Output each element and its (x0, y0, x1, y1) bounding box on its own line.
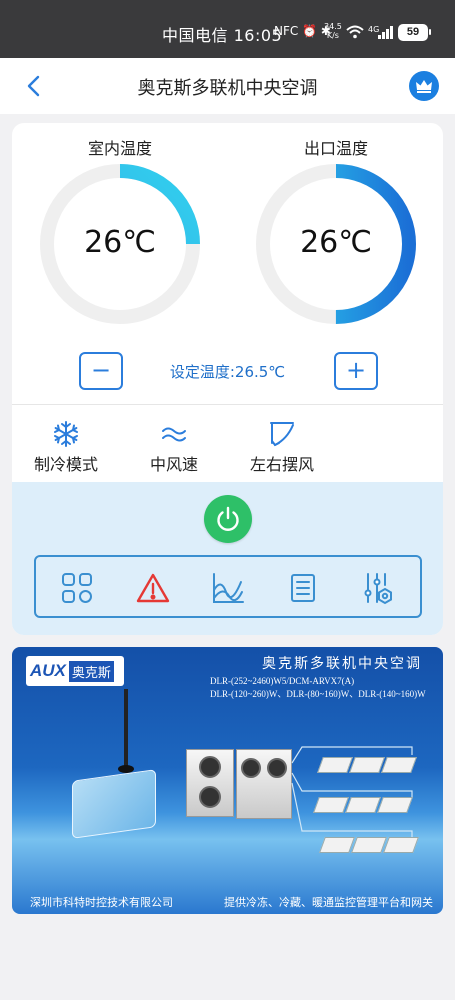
control-panel (12, 482, 443, 635)
chart-curve-icon[interactable] (211, 571, 245, 605)
banner-model-line2: DLR-(120~260)W、DLR-(80~160)W、DLR-(140~16… (210, 689, 426, 699)
outlet-temp-value: 26℃ (300, 225, 372, 260)
banner-models: DLR-(252~2460)W5/DCM-ARVX7(A) DLR-(120~2… (210, 675, 426, 701)
swing-icon (237, 419, 327, 449)
status-icons: NFC ⏰ ✱ (274, 24, 331, 38)
mode-fan-speed[interactable]: 中风速 (129, 419, 219, 475)
promo-banner[interactable]: AUX 奥克斯 奥克斯多联机中央空调 DLR-(252~2460)W5/DCM-… (12, 647, 443, 914)
gateway-device-image (72, 769, 156, 839)
banner-footer: 深圳市科特时控技术有限公司 提供冷冻、冷藏、暖通监控管理平台和网关 (12, 890, 443, 914)
signal-icon (378, 26, 393, 39)
fan-icon (199, 756, 221, 778)
indoor-temp-label: 室内温度 (87, 139, 152, 158)
crown-icon[interactable] (409, 71, 439, 101)
status-bar: 中国电信 16:05 NFC ⏰ ✱ 34.5 K/s 4G 59 (0, 0, 455, 58)
power-button[interactable] (204, 495, 252, 543)
banner-model-line1: DLR-(252~2460)W5/DCM-ARVX7(A) (210, 676, 355, 686)
net-speed: 34.5 K/s (324, 22, 342, 40)
banner-slogan: 提供冷冻、冷藏、暖通监控管理平台和网关 (224, 896, 433, 909)
increase-temp-button[interactable]: + (334, 352, 378, 390)
power-icon (217, 506, 239, 531)
aux-logo-cn: 奥克斯 (68, 660, 114, 682)
indoor-temp-value: 26℃ (84, 225, 156, 260)
fan-icon (241, 758, 261, 778)
net-speed-unit: K/s (326, 31, 339, 40)
warning-icon[interactable] (136, 571, 170, 605)
outlet-temp-gauge: 26℃ (255, 163, 417, 325)
wind-icon (129, 419, 219, 449)
list-document-icon[interactable] (286, 571, 320, 605)
outlet-temp-label: 出口温度 (303, 139, 368, 158)
aux-logo: AUX 奥克斯 (26, 656, 124, 686)
indoor-temp-gauge: 26℃ (39, 163, 201, 325)
control-card: 室内温度 出口温度 26℃ 26℃ − 设定温度:26.5℃ + 制冷模式 中风… (12, 123, 443, 635)
aux-logo-text: AUX (30, 661, 66, 680)
app-header: 奥克斯多联机中央空调 (0, 58, 455, 114)
outdoor-unit-image (186, 749, 234, 817)
divider (12, 404, 443, 405)
banner-company: 深圳市科特时控技术有限公司 (30, 896, 173, 909)
mode-cooling-label: 制冷模式 (33, 455, 98, 474)
battery-icon: 59 (398, 24, 431, 41)
banner-title: 奥克斯多联机中央空调 (262, 656, 422, 672)
setpoint-text: 设定温度:26.5℃ (169, 363, 286, 381)
wifi-icon (346, 25, 364, 39)
antenna-icon (124, 689, 128, 769)
function-toolbar (34, 555, 422, 618)
carrier-time: 中国电信 16:05 (162, 26, 283, 45)
net-speed-value: 34.5 (324, 22, 342, 31)
settings-sliders-icon[interactable] (362, 571, 396, 605)
grid-apps-icon[interactable] (60, 571, 94, 605)
mode-fan-speed-label: 中风速 (149, 455, 198, 474)
page-title: 奥克斯多联机中央空调 (137, 78, 318, 99)
mode-swing[interactable]: 左右摆风 (237, 419, 327, 475)
mode-cooling[interactable]: 制冷模式 (21, 419, 111, 475)
pipe-lines (291, 746, 413, 837)
mode-swing-label: 左右摆风 (249, 455, 314, 474)
snowflake-icon (21, 419, 111, 449)
fan-icon (199, 786, 221, 808)
